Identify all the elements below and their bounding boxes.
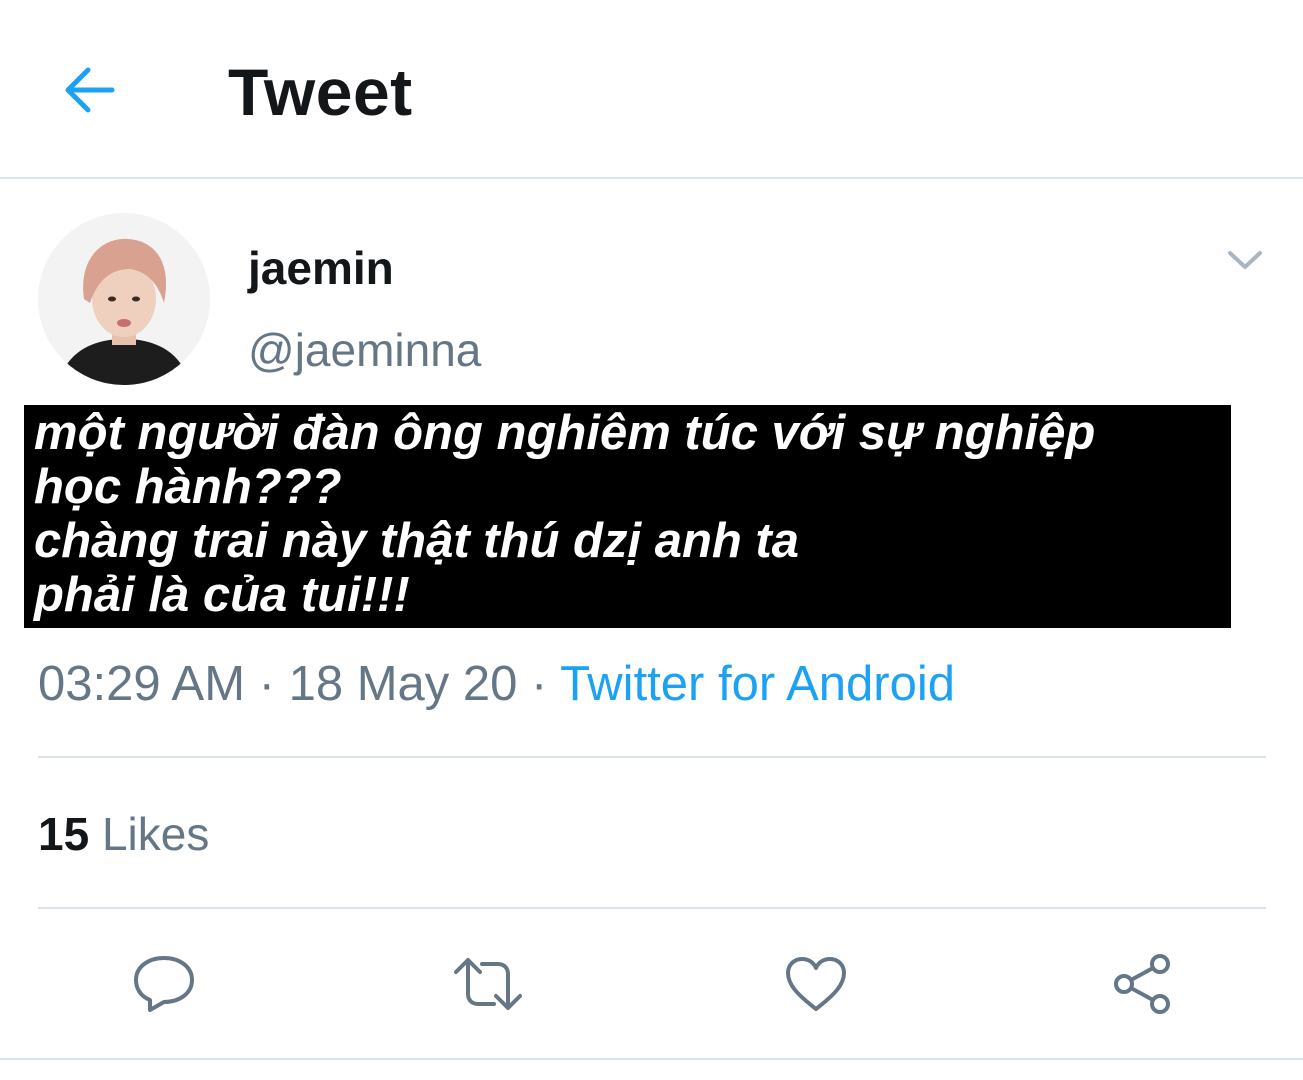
tweet-text-line: phải là của tui!!!	[34, 568, 410, 622]
tweet-text-line: chàng trai này thật thú dzị anh ta	[34, 514, 800, 568]
heart-icon	[786, 957, 846, 1011]
back-button[interactable]	[52, 58, 124, 122]
divider	[38, 907, 1266, 909]
share-button[interactable]	[1104, 946, 1180, 1022]
avatar-photo	[38, 213, 210, 385]
tweet-menu-button[interactable]	[1220, 240, 1270, 280]
meta-separator: ·	[517, 657, 561, 711]
author-handle[interactable]: @jaeminna	[248, 322, 481, 378]
retweet-icon	[454, 958, 522, 1010]
retweet-button[interactable]	[450, 946, 526, 1022]
arrow-left-icon	[65, 67, 115, 113]
likes-stat[interactable]: 15 Likes	[38, 804, 209, 864]
like-button[interactable]	[778, 946, 854, 1022]
page-title: Tweet	[228, 55, 413, 129]
author-display-name[interactable]: jaemin	[248, 240, 394, 296]
tweet-text-line: học hành???	[34, 460, 342, 514]
share-icon	[1114, 954, 1170, 1014]
meta-separator: ·	[245, 657, 289, 711]
avatar[interactable]	[38, 213, 210, 385]
divider	[38, 756, 1266, 758]
tweet-text-box: một người đàn ông nghiêm túc với sự nghi…	[24, 405, 1231, 628]
divider	[0, 1058, 1303, 1060]
tweet-meta: 03:29 AM · 18 May 20 · Twitter for Andro…	[38, 652, 955, 716]
tweet-source-link[interactable]: Twitter for Android	[560, 657, 955, 711]
likes-count: 15	[38, 808, 90, 860]
reply-button[interactable]	[126, 946, 202, 1022]
chevron-down-icon	[1228, 251, 1262, 269]
tweet-date: 18 May 20	[288, 657, 518, 711]
tweet-time: 03:29 AM	[38, 657, 246, 711]
likes-label: Likes	[101, 808, 210, 860]
reply-icon	[134, 956, 194, 1012]
header-divider	[0, 177, 1303, 179]
tweet-text-line: một người đàn ông nghiêm túc với sự nghi…	[34, 406, 1096, 460]
